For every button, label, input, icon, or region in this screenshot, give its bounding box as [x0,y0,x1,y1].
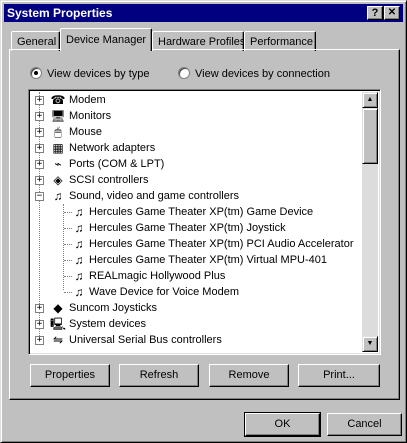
tree-item-label: Modem [69,94,106,106]
sound-device-icon: ♫ [74,269,84,283]
tree-item-label: Universal Serial Bus controllers [69,334,222,346]
close-button[interactable]: ✕ [384,6,400,20]
usb-icon: ⇋ [52,333,64,347]
scroll-thumb[interactable] [362,108,378,164]
tree-item-modem[interactable]: + ☎ Modem [31,92,361,108]
tab-hardware-profiles[interactable]: Hardware Profiles [152,31,245,51]
tree-item-wave-device[interactable]: ♫ Wave Device for Voice Modem [31,284,361,300]
scsi-icon: ◈ [53,173,63,187]
view-by-connection-radio[interactable] [178,67,190,79]
scroll-up-button[interactable]: ▲ [362,92,378,108]
scroll-down-button[interactable]: ▼ [362,336,378,352]
window-title: System Properties [7,6,113,20]
view-by-type-option[interactable]: View devices by type [30,67,150,81]
expand-toggle[interactable]: + [35,96,44,105]
refresh-button[interactable]: Refresh [119,364,199,387]
port-icon: ⌁ [54,157,62,171]
properties-button[interactable]: Properties [30,364,110,387]
tree-item-sound-video-game[interactable]: − ♫ Sound, video and game controllers [31,188,361,204]
tree-item-label: System devices [69,318,147,330]
sound-device-icon: ♫ [74,205,84,219]
mouse-icon: 🖱 [54,125,62,139]
tree-item-hercules-pci-audio[interactable]: ♫ Hercules Game Theater XP(tm) PCI Audio… [31,236,361,252]
sound-device-icon: ♫ [74,285,84,299]
tree-item-label: Hercules Game Theater XP(tm) Joystick [89,222,286,234]
expand-toggle[interactable]: + [35,336,44,345]
print-button[interactable]: Print... [298,364,380,387]
network-adapter-icon: ▦ [52,141,64,155]
tree-item-label: Sound, video and game controllers [69,190,239,202]
view-by-connection-label: View devices by connection [195,68,330,80]
tree-item-label: Wave Device for Voice Modem [89,286,239,298]
tree-item-usb-controllers[interactable]: + ⇋ Universal Serial Bus controllers [31,332,361,348]
expand-toggle[interactable]: + [35,320,44,329]
view-by-type-radio[interactable] [30,67,42,79]
tree-item-realmagic[interactable]: ♫ REALmagic Hollywood Plus [31,268,361,284]
tab-general[interactable]: General [11,31,60,51]
expand-toggle[interactable]: + [35,144,44,153]
help-button[interactable]: ? [367,6,383,20]
tree-item-ports[interactable]: + ⌁ Ports (COM & LPT) [31,156,361,172]
tree-item-label: SCSI controllers [69,174,149,186]
tab-device-manager[interactable]: Device Manager [60,28,152,51]
device-tree-content: + ☎ Modem + 🖥 Monitors + 🖱 Mouse + ▦ Net… [31,92,363,352]
ok-button[interactable]: OK [244,412,321,437]
tree-item-label: Mouse [69,126,103,138]
tab-performance[interactable]: Performance [244,31,316,51]
tree-item-mouse[interactable]: + 🖱 Mouse [31,124,361,140]
tree-item-label: REALmagic Hollywood Plus [89,270,226,282]
tree-item-scsi-controllers[interactable]: + ◈ SCSI controllers [31,172,361,188]
tree-item-hercules-joystick[interactable]: ♫ Hercules Game Theater XP(tm) Joystick [31,220,361,236]
sound-device-icon: ♫ [74,253,84,267]
view-by-type-label: View devices by type [47,68,150,80]
expand-toggle[interactable]: + [35,128,44,137]
title-bar[interactable]: System Properties ? ✕ [4,4,403,22]
tree-item-label: Hercules Game Theater XP(tm) Game Device [89,206,314,218]
device-tree[interactable]: + ☎ Modem + 🖥 Monitors + 🖱 Mouse + ▦ Net… [28,89,381,355]
view-by-connection-option[interactable]: View devices by connection [178,67,330,81]
cancel-button[interactable]: Cancel [327,413,402,436]
collapse-toggle[interactable]: − [35,192,44,201]
tree-item-label: Suncom Joysticks [69,302,158,314]
tree-item-network-adapters[interactable]: + ▦ Network adapters [31,140,361,156]
monitor-icon: 🖥 [50,109,66,123]
tree-item-hercules-virtual-mpu[interactable]: ♫ Hercules Game Theater XP(tm) Virtual M… [31,252,361,268]
expand-toggle[interactable]: + [35,304,44,313]
tree-item-label: Hercules Game Theater XP(tm) PCI Audio A… [89,238,354,250]
joystick-icon: ◆ [53,301,63,315]
tree-item-label: Monitors [69,110,112,122]
tree-item-suncom-joysticks[interactable]: + ◆ Suncom Joysticks [31,300,361,316]
tree-item-label: Ports (COM & LPT) [69,158,165,170]
expand-toggle[interactable]: + [35,112,44,121]
tree-item-monitors[interactable]: + 🖥 Monitors [31,108,361,124]
tree-item-label: Network adapters [69,142,156,154]
tree-item-label: Hercules Game Theater XP(tm) Virtual MPU… [89,254,328,266]
expand-toggle[interactable]: + [35,160,44,169]
system-properties-dialog: System Properties ? ✕ General Device Man… [0,0,407,443]
remove-button[interactable]: Remove [209,364,289,387]
modem-icon: ☎ [50,93,66,107]
sound-device-icon: ♫ [74,237,84,251]
sound-controller-icon: ♫ [53,189,63,203]
tree-item-system-devices[interactable]: + 🖳 System devices [31,316,361,332]
expand-toggle[interactable]: + [35,176,44,185]
vertical-scrollbar[interactable]: ▲ ▼ [362,92,378,352]
tree-item-hercules-game-device[interactable]: ♫ Hercules Game Theater XP(tm) Game Devi… [31,204,361,220]
system-device-icon: 🖳 [50,317,67,331]
sound-device-icon: ♫ [74,221,84,235]
